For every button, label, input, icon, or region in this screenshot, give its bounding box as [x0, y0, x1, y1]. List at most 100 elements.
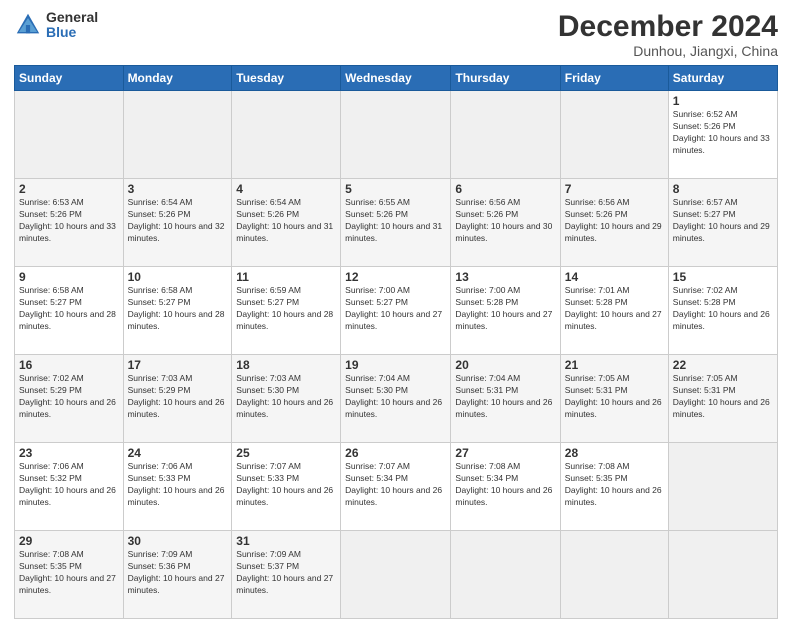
- daylight-label: Daylight: 10 hours and 26 minutes.: [345, 485, 442, 507]
- daylight-label: Daylight: 10 hours and 26 minutes.: [345, 397, 442, 419]
- day-number: 31: [236, 534, 336, 548]
- sunrise-label: Sunrise: 7:03 AM: [128, 373, 193, 383]
- calendar-cell: 26 Sunrise: 7:07 AM Sunset: 5:34 PM Dayl…: [341, 443, 451, 531]
- daylight-label: Daylight: 10 hours and 26 minutes.: [455, 485, 552, 507]
- sunrise-label: Sunrise: 7:06 AM: [128, 461, 193, 471]
- calendar-cell: 13 Sunrise: 7:00 AM Sunset: 5:28 PM Dayl…: [451, 267, 560, 355]
- day-number: 21: [565, 358, 664, 372]
- calendar-cell: 21 Sunrise: 7:05 AM Sunset: 5:31 PM Dayl…: [560, 355, 668, 443]
- sunset-label: Sunset: 5:26 PM: [236, 209, 299, 219]
- daylight-label: Daylight: 10 hours and 26 minutes.: [565, 485, 662, 507]
- sunset-label: Sunset: 5:31 PM: [673, 385, 736, 395]
- daylight-label: Daylight: 10 hours and 26 minutes.: [236, 485, 333, 507]
- daylight-label: Daylight: 10 hours and 27 minutes.: [19, 573, 116, 595]
- calendar-cell: 15 Sunrise: 7:02 AM Sunset: 5:28 PM Dayl…: [668, 267, 777, 355]
- day-info: Sunrise: 7:09 AM Sunset: 5:37 PM Dayligh…: [236, 549, 336, 597]
- day-number: 4: [236, 182, 336, 196]
- calendar-cell: 30 Sunrise: 7:09 AM Sunset: 5:36 PM Dayl…: [123, 531, 232, 619]
- calendar-week: 16 Sunrise: 7:02 AM Sunset: 5:29 PM Dayl…: [15, 355, 778, 443]
- calendar-cell: [560, 91, 668, 179]
- day-number: 29: [19, 534, 119, 548]
- sunrise-label: Sunrise: 6:53 AM: [19, 197, 84, 207]
- calendar-cell: [232, 91, 341, 179]
- sunrise-label: Sunrise: 7:09 AM: [128, 549, 193, 559]
- daylight-label: Daylight: 10 hours and 32 minutes.: [128, 221, 225, 243]
- calendar-cell: [668, 531, 777, 619]
- sunrise-label: Sunrise: 7:08 AM: [565, 461, 630, 471]
- weekday-header: Wednesday: [341, 66, 451, 91]
- calendar-container: General Blue December 2024 Dunhou, Jiang…: [0, 0, 792, 627]
- calendar-cell: 25 Sunrise: 7:07 AM Sunset: 5:33 PM Dayl…: [232, 443, 341, 531]
- calendar-cell: 19 Sunrise: 7:04 AM Sunset: 5:30 PM Dayl…: [341, 355, 451, 443]
- calendar-cell: [341, 91, 451, 179]
- day-number: 20: [455, 358, 555, 372]
- sunset-label: Sunset: 5:26 PM: [673, 121, 736, 131]
- daylight-label: Daylight: 10 hours and 28 minutes.: [19, 309, 116, 331]
- calendar-cell: 9 Sunrise: 6:58 AM Sunset: 5:27 PM Dayli…: [15, 267, 124, 355]
- location: Dunhou, Jiangxi, China: [558, 43, 778, 59]
- day-number: 10: [128, 270, 228, 284]
- sunrise-label: Sunrise: 7:08 AM: [19, 549, 84, 559]
- sunrise-label: Sunrise: 6:54 AM: [236, 197, 301, 207]
- daylight-label: Daylight: 10 hours and 33 minutes.: [19, 221, 116, 243]
- weekday-header: Friday: [560, 66, 668, 91]
- day-number: 26: [345, 446, 446, 460]
- day-number: 17: [128, 358, 228, 372]
- day-info: Sunrise: 7:00 AM Sunset: 5:28 PM Dayligh…: [455, 285, 555, 333]
- day-info: Sunrise: 7:08 AM Sunset: 5:35 PM Dayligh…: [19, 549, 119, 597]
- sunset-label: Sunset: 5:31 PM: [455, 385, 518, 395]
- day-number: 22: [673, 358, 773, 372]
- sunrise-label: Sunrise: 7:02 AM: [19, 373, 84, 383]
- sunrise-label: Sunrise: 7:04 AM: [345, 373, 410, 383]
- sunset-label: Sunset: 5:29 PM: [128, 385, 191, 395]
- sunset-label: Sunset: 5:35 PM: [19, 561, 82, 571]
- day-info: Sunrise: 6:59 AM Sunset: 5:27 PM Dayligh…: [236, 285, 336, 333]
- calendar-cell: 22 Sunrise: 7:05 AM Sunset: 5:31 PM Dayl…: [668, 355, 777, 443]
- sunset-label: Sunset: 5:33 PM: [236, 473, 299, 483]
- calendar-cell: 4 Sunrise: 6:54 AM Sunset: 5:26 PM Dayli…: [232, 179, 341, 267]
- sunset-label: Sunset: 5:27 PM: [673, 209, 736, 219]
- daylight-label: Daylight: 10 hours and 26 minutes.: [673, 309, 770, 331]
- weekday-header: Saturday: [668, 66, 777, 91]
- sunrise-label: Sunrise: 7:05 AM: [673, 373, 738, 383]
- sunrise-label: Sunrise: 7:07 AM: [236, 461, 301, 471]
- daylight-label: Daylight: 10 hours and 26 minutes.: [455, 397, 552, 419]
- calendar-week: 23 Sunrise: 7:06 AM Sunset: 5:32 PM Dayl…: [15, 443, 778, 531]
- sunrise-label: Sunrise: 7:00 AM: [345, 285, 410, 295]
- sunrise-label: Sunrise: 6:54 AM: [128, 197, 193, 207]
- day-info: Sunrise: 6:54 AM Sunset: 5:26 PM Dayligh…: [236, 197, 336, 245]
- day-info: Sunrise: 6:53 AM Sunset: 5:26 PM Dayligh…: [19, 197, 119, 245]
- day-number: 2: [19, 182, 119, 196]
- sunset-label: Sunset: 5:26 PM: [128, 209, 191, 219]
- day-number: 18: [236, 358, 336, 372]
- day-number: 23: [19, 446, 119, 460]
- day-number: 11: [236, 270, 336, 284]
- day-info: Sunrise: 7:02 AM Sunset: 5:29 PM Dayligh…: [19, 373, 119, 421]
- calendar-cell: 17 Sunrise: 7:03 AM Sunset: 5:29 PM Dayl…: [123, 355, 232, 443]
- sunset-label: Sunset: 5:27 PM: [128, 297, 191, 307]
- day-number: 14: [565, 270, 664, 284]
- sunset-label: Sunset: 5:28 PM: [673, 297, 736, 307]
- calendar-cell: [560, 531, 668, 619]
- calendar-cell: 28 Sunrise: 7:08 AM Sunset: 5:35 PM Dayl…: [560, 443, 668, 531]
- sunrise-label: Sunrise: 7:08 AM: [455, 461, 520, 471]
- day-info: Sunrise: 7:07 AM Sunset: 5:33 PM Dayligh…: [236, 461, 336, 509]
- calendar-week: 1 Sunrise: 6:52 AM Sunset: 5:26 PM Dayli…: [15, 91, 778, 179]
- sunrise-label: Sunrise: 7:07 AM: [345, 461, 410, 471]
- day-number: 6: [455, 182, 555, 196]
- sunset-label: Sunset: 5:32 PM: [19, 473, 82, 483]
- calendar-cell: [15, 91, 124, 179]
- sunrise-label: Sunrise: 6:55 AM: [345, 197, 410, 207]
- day-info: Sunrise: 6:56 AM Sunset: 5:26 PM Dayligh…: [565, 197, 664, 245]
- sunrise-label: Sunrise: 7:06 AM: [19, 461, 84, 471]
- calendar-week: 9 Sunrise: 6:58 AM Sunset: 5:27 PM Dayli…: [15, 267, 778, 355]
- day-info: Sunrise: 6:58 AM Sunset: 5:27 PM Dayligh…: [128, 285, 228, 333]
- calendar-cell: 1 Sunrise: 6:52 AM Sunset: 5:26 PM Dayli…: [668, 91, 777, 179]
- calendar-cell: 18 Sunrise: 7:03 AM Sunset: 5:30 PM Dayl…: [232, 355, 341, 443]
- day-number: 27: [455, 446, 555, 460]
- daylight-label: Daylight: 10 hours and 33 minutes.: [673, 133, 770, 155]
- sunset-label: Sunset: 5:30 PM: [236, 385, 299, 395]
- calendar-cell: 3 Sunrise: 6:54 AM Sunset: 5:26 PM Dayli…: [123, 179, 232, 267]
- calendar-cell: 6 Sunrise: 6:56 AM Sunset: 5:26 PM Dayli…: [451, 179, 560, 267]
- day-number: 9: [19, 270, 119, 284]
